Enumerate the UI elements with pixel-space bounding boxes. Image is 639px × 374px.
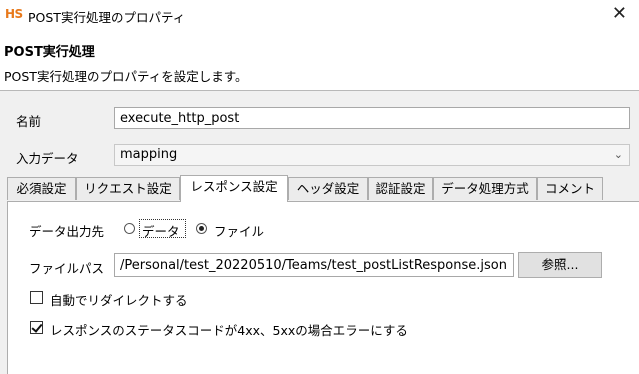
name-label: 名前	[16, 114, 42, 129]
header-description: POST実行処理のプロパティを設定します。	[4, 69, 248, 84]
redirect-checkbox[interactable]	[30, 291, 43, 304]
dialog-header: POST実行処理 POST実行処理のプロパティを設定します。	[0, 30, 639, 91]
radio-data[interactable]	[124, 223, 135, 234]
file-path-input[interactable]	[114, 253, 514, 277]
output-destination-label: データ出力先	[29, 224, 105, 239]
input-data-select[interactable]: mapping ⌄	[114, 144, 630, 166]
app-logo-icon: HS	[5, 7, 23, 21]
chevron-down-icon: ⌄	[613, 148, 623, 161]
tab-data-processing[interactable]: データ処理方式	[433, 177, 537, 200]
title-bar: HS POST実行処理のプロパティ ✕	[0, 0, 639, 30]
error-on-status-label[interactable]: レスポンスのステータスコードが4xx、5xxの場合エラーにする	[50, 320, 408, 339]
tab-response-settings[interactable]: レスポンス設定	[180, 175, 288, 202]
radio-file[interactable]	[196, 223, 207, 234]
radio-data-label[interactable]: データ	[142, 221, 180, 240]
input-data-label: 入力データ	[16, 151, 79, 166]
browse-button[interactable]: 参照...	[518, 252, 602, 278]
file-path-label: ファイルパス	[29, 261, 105, 276]
radio-file-label[interactable]: ファイル	[214, 221, 264, 240]
tab-auth-settings[interactable]: 認証設定	[368, 177, 433, 200]
close-icon[interactable]: ✕	[612, 3, 627, 24]
header-title: POST実行処理	[4, 45, 95, 60]
tab-request-settings[interactable]: リクエスト設定	[76, 177, 180, 200]
input-data-value: mapping	[120, 147, 178, 162]
tab-comment[interactable]: コメント	[537, 177, 603, 200]
tab-header-settings[interactable]: ヘッダ設定	[288, 177, 368, 200]
window-title: POST実行処理のプロパティ	[28, 10, 186, 25]
name-input[interactable]	[114, 107, 630, 129]
redirect-label[interactable]: 自動でリダイレクトする	[50, 290, 188, 309]
error-on-status-checkbox[interactable]	[30, 321, 43, 334]
tab-required-settings[interactable]: 必須設定	[7, 177, 76, 200]
